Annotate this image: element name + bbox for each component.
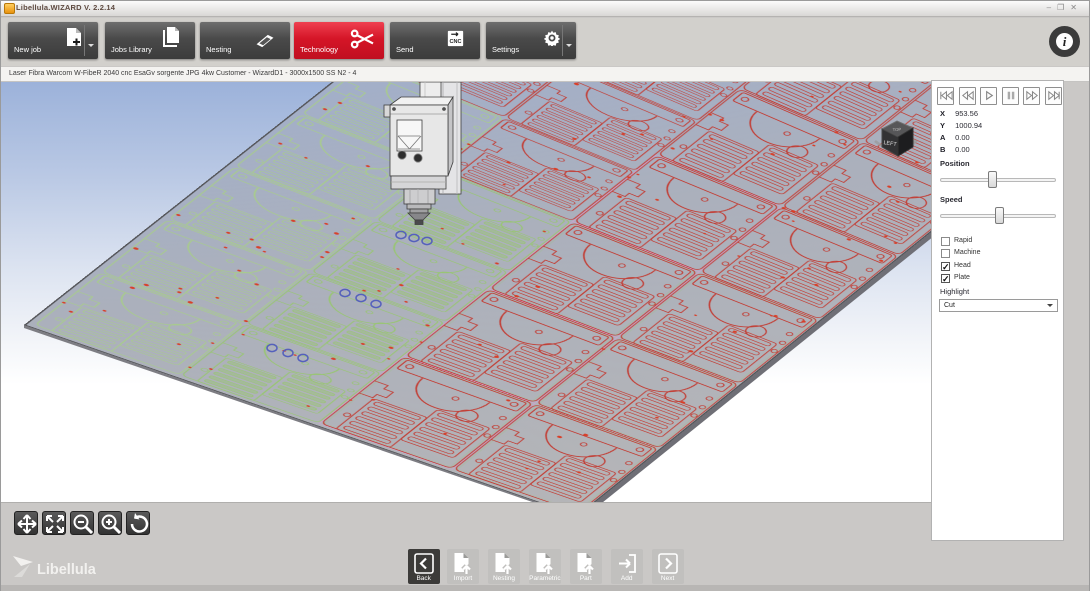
svg-text:CNC: CNC	[450, 39, 462, 45]
svg-text:TOP: TOP	[893, 127, 902, 133]
